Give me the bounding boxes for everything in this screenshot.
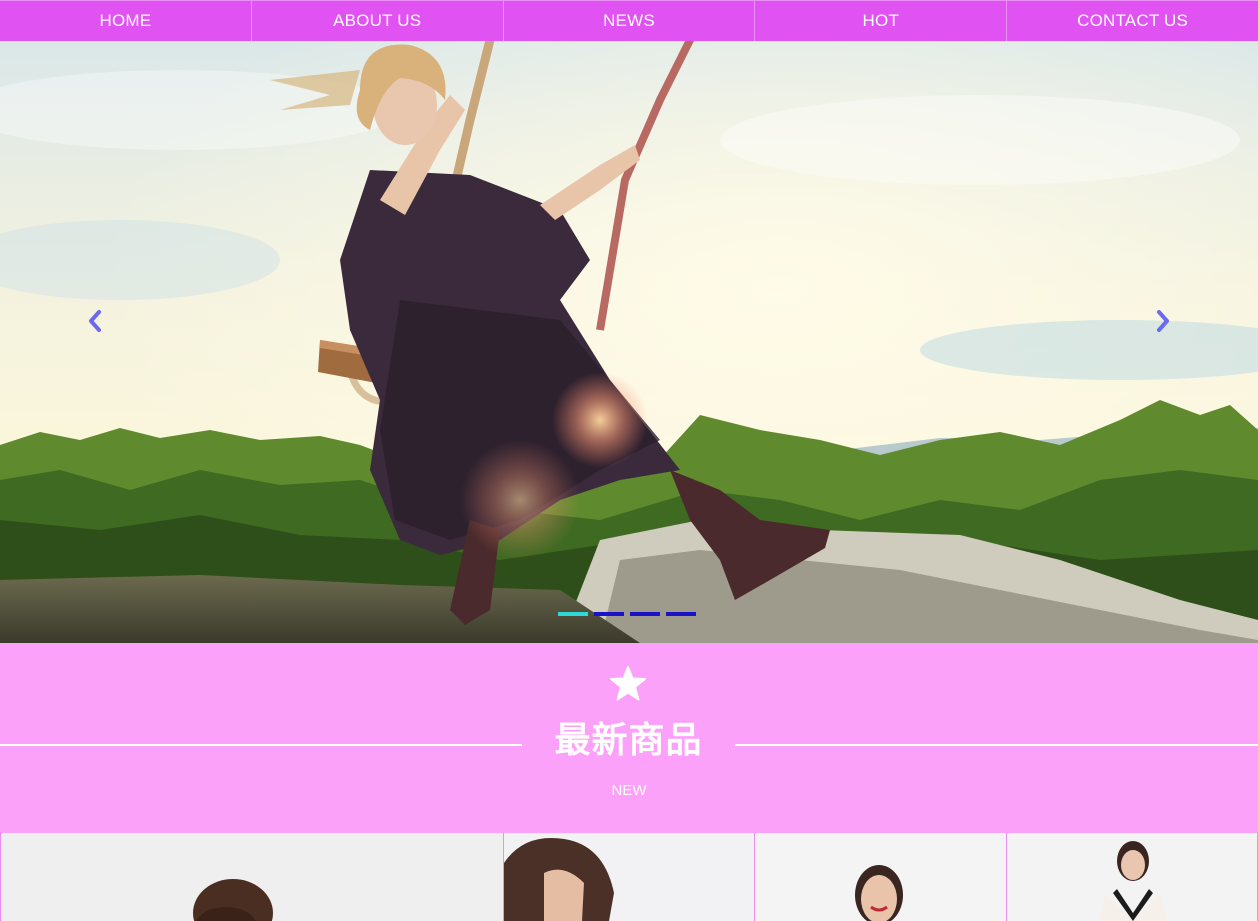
nav-hot[interactable]: HOT xyxy=(755,0,1008,41)
main-nav: HOME ABOUT US NEWS HOT CONTACT US xyxy=(0,0,1258,41)
carousel-indicator-4[interactable] xyxy=(666,612,696,616)
product-grid xyxy=(0,833,1258,921)
product-image-2 xyxy=(504,838,614,921)
product-card-3[interactable] xyxy=(754,833,1006,921)
nav-contact-us[interactable]: CONTACT US xyxy=(1007,0,1258,41)
nav-home[interactable]: HOME xyxy=(0,0,252,41)
chevron-left-icon xyxy=(89,310,101,332)
carousel-prev-button[interactable] xyxy=(80,306,110,336)
nav-news[interactable]: NEWS xyxy=(503,0,756,41)
star-icon xyxy=(610,666,646,701)
product-image-1 xyxy=(193,879,273,921)
product-image-3 xyxy=(855,865,903,921)
hero-carousel xyxy=(0,0,1258,643)
divider-right xyxy=(735,744,1258,746)
carousel-indicator-1[interactable] xyxy=(558,612,588,616)
carousel-indicator-2[interactable] xyxy=(594,612,624,616)
nav-about-us[interactable]: ABOUT US xyxy=(251,0,504,41)
product-card-2[interactable] xyxy=(503,833,754,921)
divider-left xyxy=(0,744,522,746)
product-image-4 xyxy=(1099,841,1167,921)
chevron-right-icon xyxy=(1157,310,1169,332)
new-products-header: 最新商品 NEW xyxy=(0,643,1258,833)
product-card-1[interactable] xyxy=(0,833,503,921)
section-title: 最新商品 xyxy=(554,720,703,761)
carousel-next-button[interactable] xyxy=(1148,306,1178,336)
hero-image xyxy=(0,0,1258,643)
section-subtitle: NEW xyxy=(611,782,647,799)
product-card-4[interactable] xyxy=(1006,833,1258,921)
carousel-indicator-3[interactable] xyxy=(630,612,660,616)
carousel-indicators xyxy=(558,612,696,616)
